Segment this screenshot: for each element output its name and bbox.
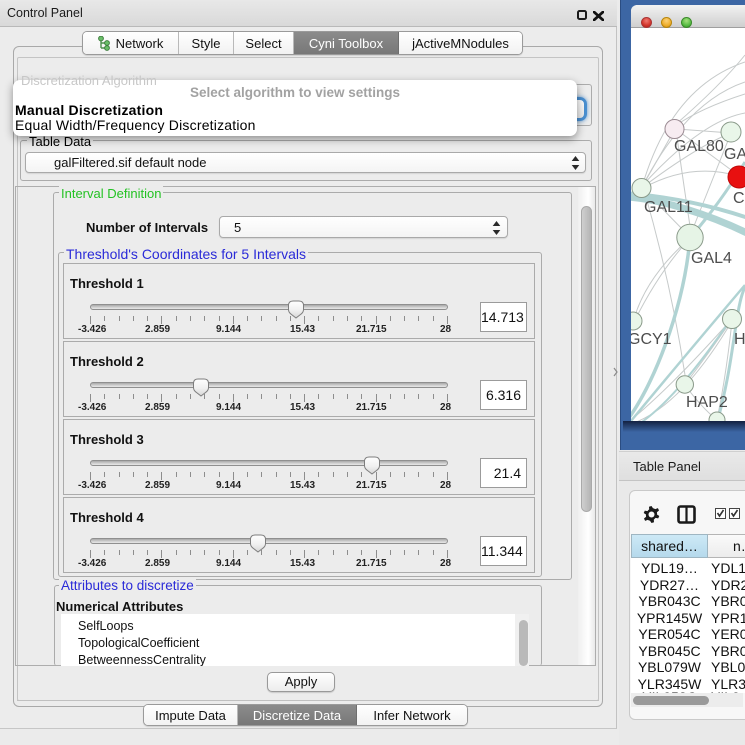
svg-text:HAP2: HAP2 [686, 394, 728, 411]
svg-text:GAL11: GAL11 [644, 199, 693, 216]
svg-text:C: C [733, 190, 745, 207]
svg-text:GCY1: GCY1 [631, 331, 672, 348]
svg-text:GAL4: GAL4 [691, 250, 732, 267]
svg-text:H: H [734, 331, 745, 348]
svg-text:GAL80: GAL80 [674, 138, 724, 155]
svg-text:GA: GA [724, 146, 745, 163]
